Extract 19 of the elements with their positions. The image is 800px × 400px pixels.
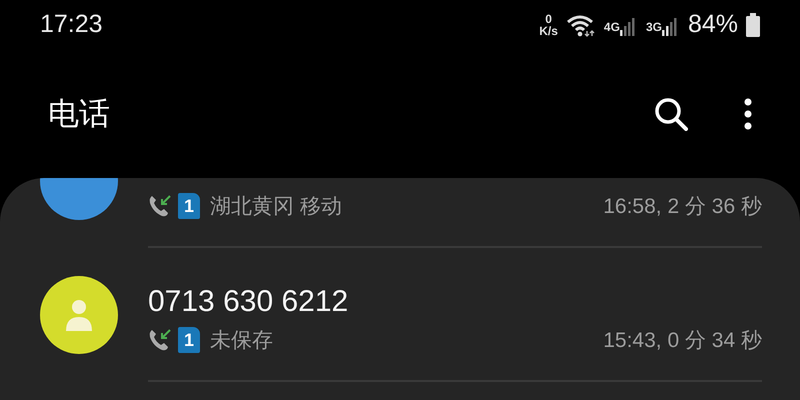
network-type-label: 4G bbox=[604, 19, 620, 36]
battery-icon bbox=[746, 13, 760, 37]
sim-badge: 1 bbox=[178, 193, 200, 220]
network-speed-unit: K/s bbox=[539, 25, 558, 37]
contact-number: 0713 630 6212 bbox=[148, 284, 350, 318]
wifi-icon bbox=[566, 13, 596, 37]
call-time-duration: 16:58, 2 分 36 秒 bbox=[603, 194, 762, 220]
call-location: 未保存 bbox=[210, 328, 273, 354]
network-type-label: 3G bbox=[646, 19, 662, 36]
network-speed-value: 0 bbox=[544, 13, 553, 25]
status-time: 17:23 bbox=[40, 9, 103, 40]
battery-percent: 84% bbox=[688, 9, 738, 40]
app-title: 电话 bbox=[48, 94, 110, 133]
person-silhouette-icon bbox=[65, 299, 93, 331]
sim-badge: 1 bbox=[178, 327, 200, 354]
call-location: 湖北黄冈 移动 bbox=[210, 194, 342, 220]
search-icon[interactable] bbox=[654, 97, 688, 131]
more-options-icon[interactable] bbox=[744, 98, 752, 130]
call-time-duration: 15:43, 0 分 34 秒 bbox=[603, 328, 762, 354]
